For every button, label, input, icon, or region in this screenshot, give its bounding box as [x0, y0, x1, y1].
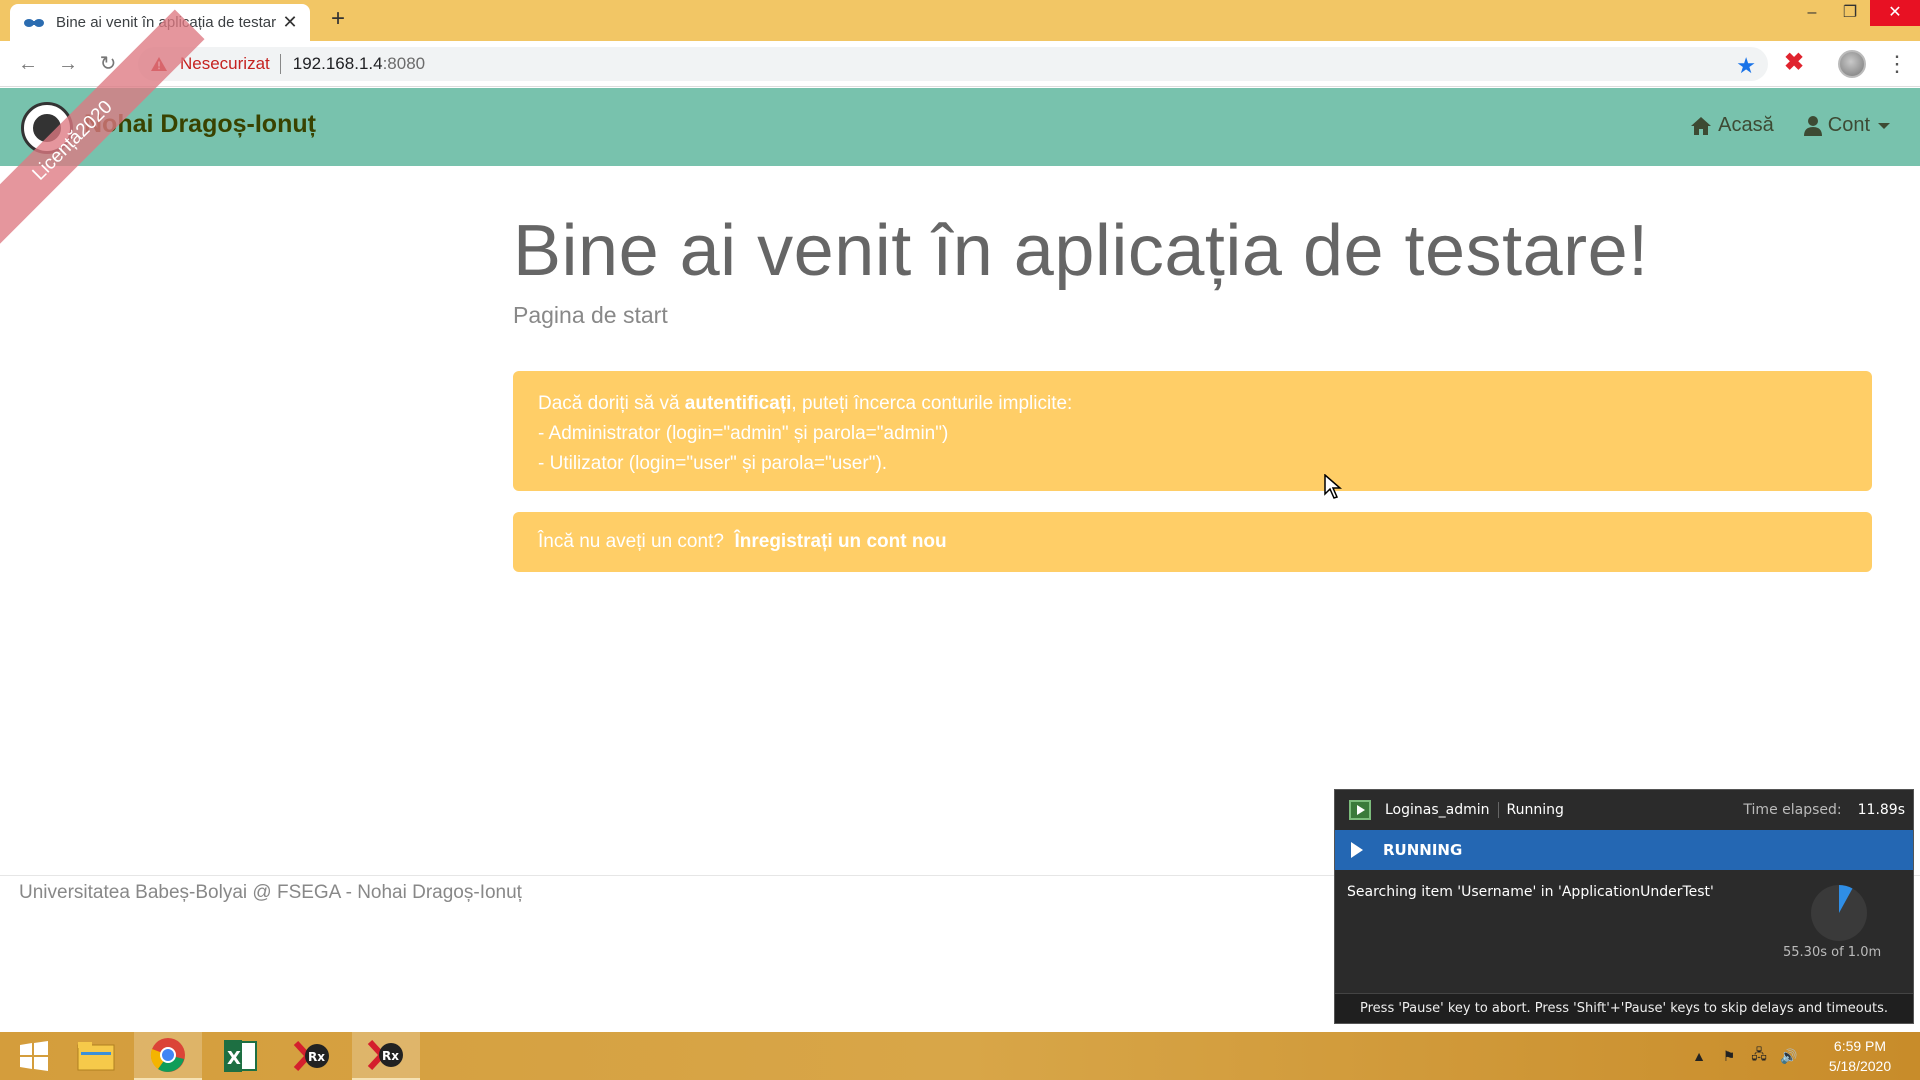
search-message: Searching item 'Username' in 'Applicatio… [1347, 884, 1714, 900]
ranorex-icon[interactable]: Rx [278, 1032, 346, 1080]
svg-text:X: X [227, 1048, 241, 1069]
browser-tabstrip: Bine ai venit în aplicația de testar ✕ +… [0, 0, 1920, 41]
alert-line-admin: - Administrator (login="admin" și parola… [538, 423, 949, 444]
running-banner: RUNNING [1335, 830, 1913, 870]
url-host: 192.168.1.4 [292, 54, 383, 73]
svg-text:Rx: Rx [308, 1050, 325, 1064]
network-icon[interactable]: 🖧 [1746, 1044, 1772, 1068]
user-icon [1803, 115, 1822, 136]
excel-icon[interactable]: X [206, 1032, 274, 1080]
clock-date: 5/18/2020 [1828, 1058, 1892, 1074]
address-separator [279, 54, 281, 74]
restore-icon[interactable]: ❐ [1832, 0, 1868, 26]
register-link[interactable]: Înregistrați un cont nou [734, 531, 946, 552]
taskbar-clock[interactable]: 6:59 PM 5/18/2020 [1814, 1036, 1906, 1076]
register-prompt: Încă nu aveți un cont? [538, 531, 724, 552]
navbar-links: Acasă Cont [1660, 114, 1890, 137]
file-explorer-icon[interactable] [62, 1032, 130, 1080]
bookmark-star-icon[interactable]: ★ [1736, 53, 1756, 79]
new-tab-button[interactable]: + [324, 6, 352, 34]
test-status: Running [1506, 802, 1564, 818]
forward-icon[interactable]: → [54, 50, 82, 78]
clock-time: 6:59 PM [1833, 1038, 1887, 1054]
system-tray: ▲ ⚑ 🖧 🔊 6:59 PM 5/18/2020 [1684, 1032, 1920, 1080]
favicon-icon [24, 17, 44, 29]
progress-text: 55.30s of 1.0m [1783, 945, 1882, 960]
ranorex-active-icon[interactable]: Rx [352, 1032, 420, 1080]
app-navbar: Nohai Dragoș-Ionuț Acasă Cont [0, 88, 1920, 166]
back-icon[interactable]: ← [14, 50, 42, 78]
chrome-icon[interactable] [134, 1032, 202, 1080]
test-run-icon [1349, 800, 1371, 820]
tab-close-icon[interactable]: ✕ [280, 12, 300, 33]
alert-line-1-suffix: , puteți încerca conturile implicite: [791, 393, 1073, 414]
account-dropdown[interactable]: Cont [1803, 114, 1890, 137]
tray-expand-icon[interactable]: ▲ [1686, 1048, 1712, 1064]
alert-line-1: Dacă doriți să vă autentificați, puteți … [538, 389, 1847, 419]
svg-text:Rx: Rx [382, 1049, 399, 1063]
home-link-label: Acasă [1718, 114, 1774, 136]
page-footer: Universitatea Babeș-Bolyai @ FSEGA - Noh… [19, 882, 522, 903]
window-controls: – ❐ ✕ [1792, 0, 1920, 30]
windows-start-icon[interactable] [0, 1032, 68, 1080]
main-content: Bine ai venit în aplicația de testare! P… [513, 210, 1872, 572]
time-elapsed-value: 11.89s [1857, 802, 1905, 818]
browser-toolbar: ← → ↻ Nesecurizat 192.168.1.4 :8080 ★ ✖ … [0, 41, 1920, 87]
play-icon [1351, 842, 1363, 858]
chevron-down-icon [1878, 122, 1890, 129]
login-info-alert: Dacă doriți să vă autentificați, puteți … [513, 371, 1872, 491]
time-elapsed-label: Time elapsed: [1743, 802, 1842, 818]
mouse-cursor-icon [1324, 474, 1342, 499]
profile-avatar[interactable] [1838, 50, 1866, 78]
running-banner-label: RUNNING [1383, 841, 1463, 859]
home-icon [1691, 116, 1712, 135]
address-bar[interactable]: Nesecurizat 192.168.1.4 :8080 ★ [138, 47, 1768, 81]
not-secure-label[interactable]: Nesecurizat [180, 54, 270, 74]
action-center-flag-icon[interactable]: ⚑ [1716, 1048, 1742, 1065]
test-name: Loginas_admin [1385, 802, 1499, 818]
pause-hint: Press 'Pause' key to abort. Press 'Shift… [1335, 993, 1913, 1023]
alert-line-user: - Utilizator (login="user" și parola="us… [538, 453, 888, 474]
alert-line-1-prefix: Dacă doriți să vă [538, 393, 685, 414]
register-alert: Încă nu aveți un cont? Înregistrați un c… [513, 512, 1872, 572]
test-runner-header: Loginas_admin Running Time elapsed: 11.8… [1335, 790, 1913, 830]
browser-menu-icon[interactable]: ⋮ [1886, 50, 1908, 78]
close-window-icon[interactable]: ✕ [1870, 0, 1920, 26]
home-link[interactable]: Acasă [1690, 114, 1774, 137]
test-runner-panel: Loginas_admin Running Time elapsed: 11.8… [1334, 789, 1914, 1024]
page-title: Bine ai venit în aplicația de testare! [513, 211, 1649, 291]
extension-icon[interactable]: ✖ [1784, 51, 1804, 75]
page-subtitle: Pagina de start [513, 302, 668, 328]
minimize-icon[interactable]: – [1794, 0, 1830, 26]
volume-icon[interactable]: 🔊 [1776, 1048, 1802, 1065]
authenticate-emphasis: autentificați [684, 393, 792, 414]
url-port: :8080 [382, 54, 426, 73]
windows-taskbar: X Rx Rx ▲ ⚑ 🖧 🔊 6:59 PM 5/18/2020 [0, 1032, 1920, 1080]
progress-pie [1811, 885, 1867, 941]
account-label: Cont [1827, 114, 1870, 136]
